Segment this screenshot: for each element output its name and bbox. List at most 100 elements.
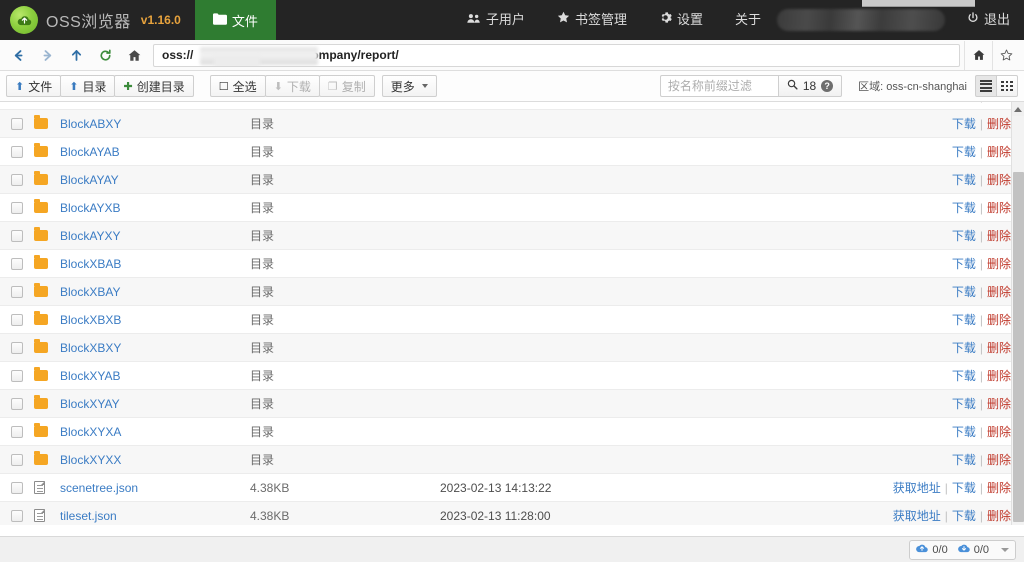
row-name-link[interactable]: BlockXYAY: [60, 397, 120, 411]
table-row[interactable]: BlockXYAB 目录 下载 | 删除: [0, 362, 1024, 390]
row-name-link[interactable]: BlockXBXY: [60, 341, 121, 355]
download-action[interactable]: 下载: [952, 367, 976, 384]
download-action[interactable]: 下载: [952, 395, 976, 412]
search-input[interactable]: [659, 75, 778, 97]
row-checkbox[interactable]: [11, 257, 23, 270]
nav-settings[interactable]: 设置: [643, 0, 719, 40]
delete-action[interactable]: 删除: [987, 311, 1011, 328]
row-checkbox[interactable]: [11, 509, 23, 522]
row-checkbox[interactable]: [11, 285, 23, 298]
select-all-button[interactable]: ☐ 全选: [209, 75, 266, 97]
table-row[interactable]: BlockXBAB 目录 下载 | 删除: [0, 250, 1024, 278]
row-name-link[interactable]: BlockXBXB: [60, 313, 121, 327]
row-name-link[interactable]: BlockAYXY: [60, 229, 120, 243]
row-checkbox[interactable]: [11, 229, 23, 242]
row-checkbox[interactable]: [11, 425, 23, 438]
table-row[interactable]: BlockAYXY 目录 下载 | 删除: [0, 222, 1024, 250]
row-checkbox[interactable]: [11, 341, 23, 354]
download-action[interactable]: 下载: [952, 227, 976, 244]
upload-file-button[interactable]: ⬆ 文件: [6, 75, 62, 97]
upload-progress[interactable]: 0/0: [916, 543, 948, 556]
row-name-link[interactable]: BlockXYAB: [60, 369, 120, 383]
delete-action[interactable]: 删除: [987, 115, 1011, 132]
delete-action[interactable]: 删除: [987, 255, 1011, 272]
download-action[interactable]: 下载: [952, 255, 976, 272]
forward-button[interactable]: [33, 41, 62, 70]
table-row[interactable]: BlockAYAY 目录 下载 | 删除: [0, 166, 1024, 194]
row-checkbox[interactable]: [11, 453, 23, 466]
help-icon[interactable]: ?: [821, 80, 834, 92]
up-button[interactable]: [62, 41, 91, 70]
nav-sub-users[interactable]: 子用户: [451, 0, 541, 40]
delete-action[interactable]: 删除: [987, 102, 1011, 104]
download-action[interactable]: 下载: [952, 507, 976, 524]
delete-action[interactable]: 删除: [987, 283, 1011, 300]
delete-action[interactable]: 删除: [987, 143, 1011, 160]
row-checkbox[interactable]: [11, 145, 23, 158]
bookmark-star-icon[interactable]: [992, 40, 1020, 70]
list-view-button[interactable]: [975, 75, 997, 97]
vertical-scrollbar[interactable]: [1011, 102, 1024, 525]
row-name-link[interactable]: BlockXBAB: [60, 257, 121, 271]
row-checkbox[interactable]: [11, 313, 23, 326]
download-action[interactable]: 下载: [952, 171, 976, 188]
row-checkbox[interactable]: [11, 117, 23, 130]
delete-action[interactable]: 删除: [987, 507, 1011, 524]
download-action[interactable]: 下载: [952, 115, 976, 132]
delete-action[interactable]: 删除: [987, 171, 1011, 188]
row-name-link[interactable]: tileset.json: [60, 509, 117, 523]
grid-view-button[interactable]: [996, 75, 1018, 97]
row-name-link[interactable]: BlockABXY: [60, 117, 121, 131]
row-checkbox[interactable]: [11, 201, 23, 214]
download-action[interactable]: 下载: [952, 143, 976, 160]
delete-action[interactable]: 删除: [987, 367, 1011, 384]
row-name-link[interactable]: BlockAYAY: [60, 173, 119, 187]
refresh-button[interactable]: [91, 41, 120, 70]
table-row[interactable]: BlockXYXX 目录 下载 | 删除: [0, 446, 1024, 474]
get-url-action[interactable]: 获取地址: [893, 479, 941, 496]
download-action[interactable]: 下载: [952, 479, 976, 496]
table-row[interactable]: BlockABAB 目录 下载 | 删除: [0, 102, 1024, 110]
home-button[interactable]: [120, 41, 149, 70]
delete-action[interactable]: 删除: [987, 199, 1011, 216]
upload-dir-button[interactable]: ⬆ 目录: [60, 75, 116, 97]
more-button[interactable]: 更多: [381, 75, 437, 97]
row-checkbox[interactable]: [11, 173, 23, 186]
delete-action[interactable]: 删除: [987, 479, 1011, 496]
scrollbar-thumb[interactable]: [1013, 172, 1024, 522]
table-row[interactable]: BlockXBAY 目录 下载 | 删除: [0, 278, 1024, 306]
row-name-link[interactable]: BlockAYAB: [60, 145, 120, 159]
scroll-up-button[interactable]: [1012, 102, 1024, 116]
search-button[interactable]: 18 ?: [777, 75, 843, 97]
download-action[interactable]: 下载: [952, 423, 976, 440]
row-name-link[interactable]: BlockAYXB: [60, 201, 120, 215]
row-name-link[interactable]: BlockXBAY: [60, 285, 120, 299]
delete-action[interactable]: 删除: [987, 451, 1011, 468]
delete-action[interactable]: 删除: [987, 395, 1011, 412]
row-checkbox[interactable]: [11, 397, 23, 410]
row-checkbox[interactable]: [11, 481, 23, 494]
delete-action[interactable]: 删除: [987, 227, 1011, 244]
download-action[interactable]: 下载: [952, 102, 976, 104]
path-input[interactable]: oss:// ompany/report/: [153, 43, 960, 67]
download-action[interactable]: 下载: [952, 283, 976, 300]
nav-bookmarks[interactable]: 书签管理: [541, 0, 643, 40]
download-progress[interactable]: 0/0: [957, 543, 989, 556]
row-name-link[interactable]: scenetree.json: [60, 481, 138, 495]
table-row[interactable]: BlockAYXB 目录 下载 | 删除: [0, 194, 1024, 222]
copy-button[interactable]: ❐ 复制: [318, 75, 375, 97]
download-action[interactable]: 下载: [952, 339, 976, 356]
tab-files[interactable]: 文件: [194, 0, 276, 40]
download-action[interactable]: 下载: [952, 451, 976, 468]
delete-action[interactable]: 删除: [987, 339, 1011, 356]
table-row[interactable]: BlockXBXY 目录 下载 | 删除: [0, 334, 1024, 362]
table-row[interactable]: BlockXYAY 目录 下载 | 删除: [0, 390, 1024, 418]
table-row[interactable]: BlockAYAB 目录 下载 | 删除: [0, 138, 1024, 166]
nav-about[interactable]: 关于: [719, 0, 777, 40]
table-row[interactable]: BlockXBXB 目录 下载 | 删除: [0, 306, 1024, 334]
download-action[interactable]: 下载: [952, 311, 976, 328]
create-dir-button[interactable]: ✚ 创建目录: [114, 75, 194, 97]
table-row[interactable]: BlockXYXA 目录 下载 | 删除: [0, 418, 1024, 446]
delete-action[interactable]: 删除: [987, 423, 1011, 440]
get-url-action[interactable]: 获取地址: [893, 507, 941, 524]
